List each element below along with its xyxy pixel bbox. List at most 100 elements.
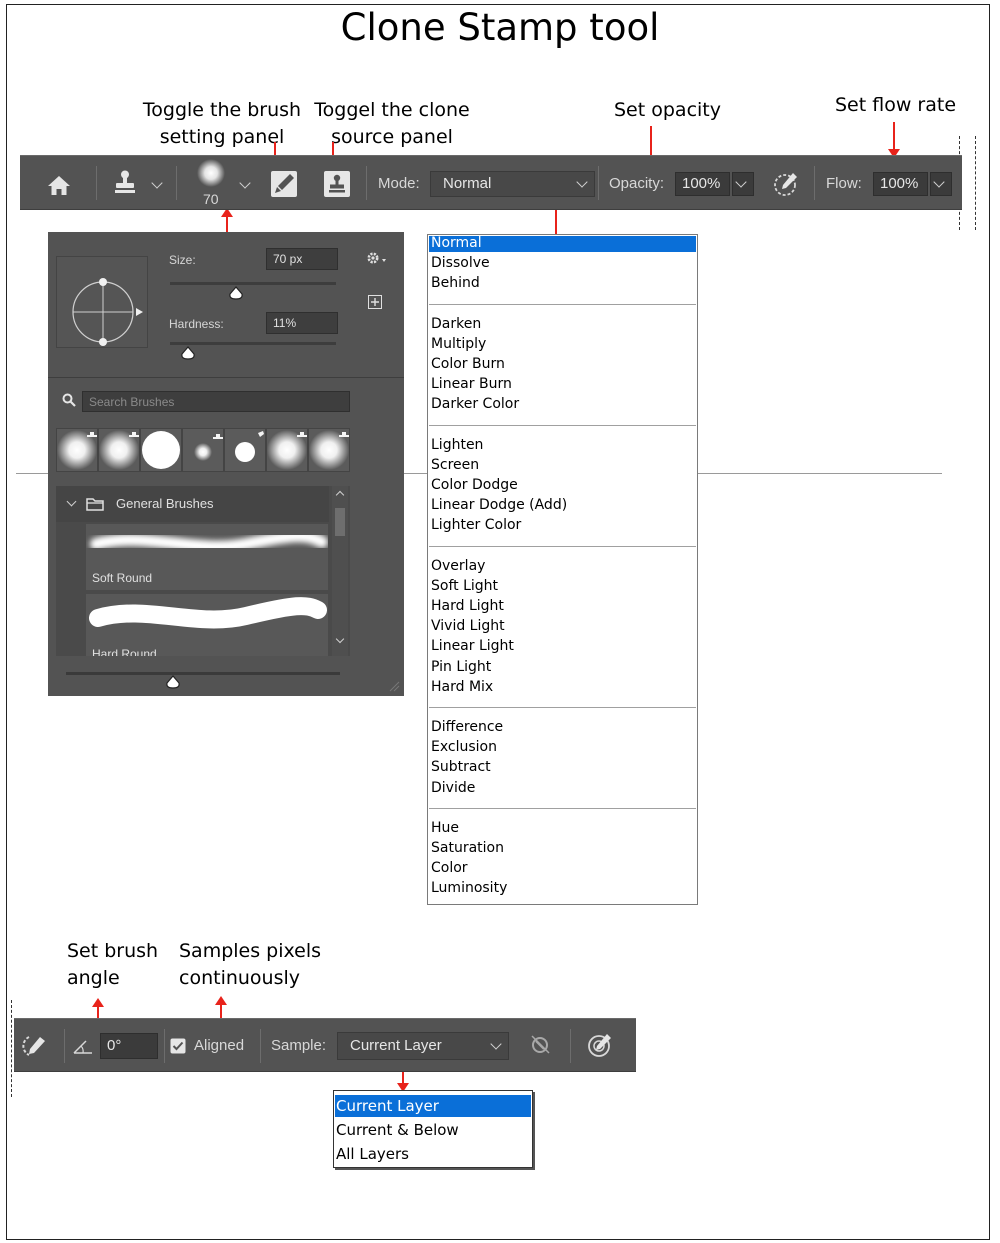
blend-mode-item[interactable]: Divide xyxy=(431,778,475,798)
home-icon[interactable] xyxy=(46,174,72,196)
clone-stamp-icon[interactable] xyxy=(113,169,137,197)
sample-value: Current Layer xyxy=(350,1037,442,1054)
brush-name: Soft Round xyxy=(92,571,153,585)
sample-option-item[interactable]: Current Layer xyxy=(336,1096,439,1116)
chevron-down-icon[interactable] xyxy=(239,177,251,189)
blend-mode-item[interactable]: Color xyxy=(431,858,468,878)
blend-mode-item[interactable]: Luminosity xyxy=(431,878,507,898)
brush-name: Hard Round xyxy=(92,647,157,656)
blend-mode-item[interactable]: Behind xyxy=(431,273,480,293)
hardness-label: Hardness: xyxy=(169,317,224,331)
menu-divider xyxy=(429,545,696,547)
blend-mode-item[interactable]: Screen xyxy=(431,455,479,475)
recent-brushes-strip xyxy=(56,428,350,472)
angle-pressure-icon[interactable] xyxy=(20,1034,48,1058)
search-brushes-input[interactable]: Search Brushes xyxy=(82,391,350,412)
blend-mode-item[interactable]: Hard Mix xyxy=(431,677,493,697)
blend-mode-item[interactable]: Linear Dodge (Add) xyxy=(431,495,567,515)
blend-mode-item[interactable]: Overlay xyxy=(431,556,485,576)
chevron-down-icon xyxy=(490,1038,502,1050)
flow-label: Flow: xyxy=(826,175,862,192)
mode-select[interactable]: Normal xyxy=(430,171,595,197)
blend-mode-item[interactable]: Color Dodge xyxy=(431,475,518,495)
preview-size-slider[interactable] xyxy=(66,672,340,675)
size-label: Size: xyxy=(169,253,196,267)
blend-mode-item[interactable]: Difference xyxy=(431,717,503,737)
hard-round-stroke xyxy=(89,597,327,629)
blend-mode-item[interactable]: Vivid Light xyxy=(431,616,505,636)
blend-mode-item[interactable]: Exclusion xyxy=(431,737,497,757)
blend-mode-item[interactable]: Linear Light xyxy=(431,636,514,656)
chevron-down-icon xyxy=(735,176,747,188)
brush-size-value: 70 xyxy=(203,191,219,207)
hardness-field[interactable]: 11% xyxy=(266,312,338,334)
brush-preset-icon[interactable] xyxy=(194,158,228,188)
brush-settings-icon[interactable] xyxy=(270,170,298,198)
new-preset-icon[interactable] xyxy=(368,295,382,309)
crop-mark xyxy=(11,1000,12,1097)
sample-option-list: Current Layer Current & Below All Layers xyxy=(333,1090,533,1168)
menu-divider xyxy=(429,303,696,305)
flow-field[interactable]: 100% xyxy=(873,172,928,196)
blend-mode-item[interactable]: Hard Light xyxy=(431,596,504,616)
options-toolbar: 70 Mode: Normal Opacity: 100% Flow: 100% xyxy=(20,155,962,210)
search-icon xyxy=(62,393,76,407)
blend-mode-item[interactable]: Dissolve xyxy=(431,253,490,273)
blend-mode-item[interactable]: Multiply xyxy=(431,334,486,354)
pressure-opacity-icon[interactable] xyxy=(772,170,800,198)
flow-dropdown[interactable] xyxy=(930,172,952,196)
callout-flow: Set flow rate xyxy=(835,94,957,116)
size-slider[interactable] xyxy=(170,282,336,285)
sample-option-item[interactable]: All Layers xyxy=(336,1144,409,1164)
brush-angle-preview[interactable] xyxy=(56,256,148,348)
angle-icon xyxy=(72,1037,94,1055)
arrow-aligned xyxy=(215,996,227,1018)
blend-mode-item[interactable]: Darker Color xyxy=(431,394,519,414)
blend-mode-item[interactable]: Hue xyxy=(431,818,459,838)
chevron-down-icon xyxy=(576,176,588,188)
sample-option-item[interactable]: Current & Below xyxy=(336,1120,459,1140)
blend-mode-item[interactable]: Subtract xyxy=(431,757,491,777)
chevron-down-icon xyxy=(335,634,345,644)
toolbar-separator xyxy=(164,1029,165,1063)
scrollbar[interactable] xyxy=(332,486,348,656)
toolbar-separator xyxy=(260,1029,261,1063)
blend-mode-item[interactable]: Pin Light xyxy=(431,657,491,677)
toolbar-separator xyxy=(570,1029,571,1063)
gear-icon[interactable] xyxy=(366,250,388,266)
crop-mark xyxy=(975,136,976,230)
toolbar-separator xyxy=(176,166,177,200)
blend-mode-item[interactable]: Linear Burn xyxy=(431,374,512,394)
brush-list-item[interactable]: Hard Round xyxy=(86,594,328,656)
resize-grip-icon[interactable] xyxy=(388,680,400,692)
pressure-size-icon[interactable] xyxy=(586,1031,614,1059)
clone-source-icon[interactable] xyxy=(323,170,351,198)
scrollbar-thumb[interactable] xyxy=(335,508,345,536)
opacity-dropdown[interactable] xyxy=(732,172,754,196)
brush-preset-panel: Size: 70 px Hardness: 11% Search Brushes xyxy=(48,232,404,696)
opacity-field[interactable]: 100% xyxy=(675,172,730,196)
blend-mode-item[interactable]: Soft Light xyxy=(431,576,498,596)
opacity-label: Opacity: xyxy=(609,175,665,192)
arrow-brush-angle xyxy=(92,998,104,1018)
aligned-checkbox[interactable] xyxy=(170,1038,186,1054)
ignore-adjustment-layers-icon[interactable] xyxy=(528,1033,552,1057)
mode-value: Normal xyxy=(443,175,492,192)
blend-mode-item[interactable]: Lighter Color xyxy=(431,515,521,535)
angle-field[interactable]: 0° xyxy=(100,1033,158,1059)
brush-group-header[interactable]: General Brushes xyxy=(56,486,329,522)
size-field[interactable]: 70 px xyxy=(266,248,338,270)
blend-mode-item[interactable]: Saturation xyxy=(431,838,504,858)
aligned-label: Aligned xyxy=(194,1037,245,1054)
soft-round-stroke xyxy=(90,530,328,553)
brush-list-item[interactable]: Soft Round xyxy=(86,524,328,590)
blend-mode-item[interactable]: Darken xyxy=(431,314,481,334)
menu-divider xyxy=(429,807,696,809)
blend-mode-item[interactable]: Normal xyxy=(431,233,482,253)
toolbar-separator xyxy=(366,166,367,200)
sample-select[interactable]: Current Layer xyxy=(337,1032,509,1060)
blend-mode-item[interactable]: Lighten xyxy=(431,435,483,455)
hardness-slider[interactable] xyxy=(170,342,336,345)
chevron-down-icon[interactable] xyxy=(151,177,163,189)
blend-mode-item[interactable]: Color Burn xyxy=(431,354,505,374)
